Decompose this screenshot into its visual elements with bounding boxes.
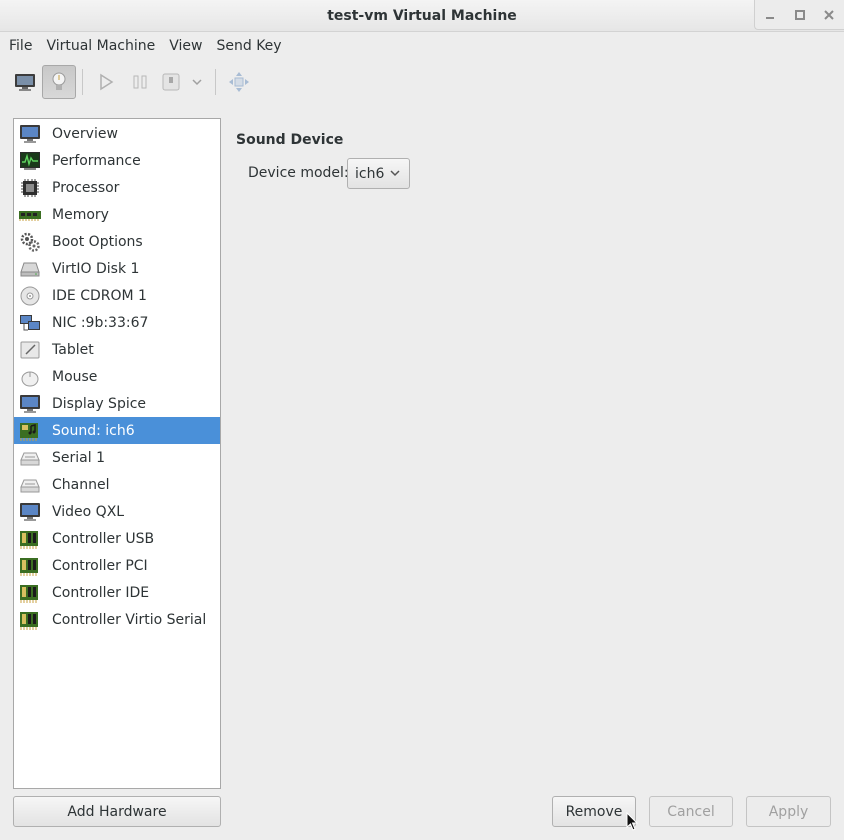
performance-monitor-icon [18, 150, 42, 172]
play-icon [100, 73, 114, 91]
hardware-list-item-label: Channel [52, 476, 110, 493]
toolbar-separator [82, 69, 83, 95]
fullscreen-button[interactable] [222, 65, 256, 99]
hardware-list-item[interactable]: Performance [14, 147, 220, 174]
hardware-list-item[interactable]: Serial 1 [14, 444, 220, 471]
menu-view[interactable]: View [164, 38, 207, 54]
maximize-icon[interactable] [785, 0, 815, 30]
controller-card-icon [18, 528, 42, 550]
lightbulb-icon [52, 72, 66, 90]
chevron-down-icon [192, 79, 202, 86]
hard-disk-icon [18, 258, 42, 280]
menu-send-key[interactable]: Send Key [211, 38, 286, 54]
tablet-icon [18, 339, 42, 361]
cancel-button[interactable]: Cancel [649, 796, 733, 827]
hardware-list-item[interactable]: Overview [14, 120, 220, 147]
hardware-list-item[interactable]: Controller Virtio Serial [14, 606, 220, 633]
controller-card-icon [18, 609, 42, 631]
hardware-list-item[interactable]: Sound: ich6 [14, 417, 220, 444]
hardware-list-item[interactable]: Controller USB [14, 525, 220, 552]
hardware-list-item[interactable]: Controller IDE [14, 579, 220, 606]
hardware-list-item[interactable]: Tablet [14, 336, 220, 363]
controller-card-icon [18, 582, 42, 604]
fullscreen-icon [229, 72, 249, 92]
device-model-label: Device model: [248, 165, 349, 181]
pause-icon [133, 75, 147, 89]
hardware-list-item[interactable]: Display Spice [14, 390, 220, 417]
hardware-list-item-label: Memory [52, 206, 109, 223]
hardware-list-item[interactable]: Processor [14, 174, 220, 201]
mouse-icon [18, 366, 42, 388]
hardware-list-item-label: Performance [52, 152, 141, 169]
menu-bar: File Virtual Machine View Send Key [0, 33, 844, 59]
apply-button[interactable]: Apply [746, 796, 831, 827]
network-icon [18, 312, 42, 334]
hardware-list-item[interactable]: VirtIO Disk 1 [14, 255, 220, 282]
hardware-list-item-label: Controller IDE [52, 584, 150, 601]
gears-icon [18, 231, 42, 253]
hardware-list-item[interactable]: Controller PCI [14, 552, 220, 579]
hardware-list-item[interactable]: NIC :9b:33:67 [14, 309, 220, 336]
serial-port-icon [18, 447, 42, 469]
shutdown-menu-button[interactable] [185, 65, 209, 99]
chevron-down-icon [390, 170, 400, 177]
hardware-list-item-label: Display Spice [52, 395, 147, 412]
cpu-chip-icon [18, 177, 42, 199]
controller-card-icon [18, 555, 42, 577]
close-icon[interactable] [814, 0, 844, 30]
details-view-button[interactable] [42, 65, 76, 99]
hardware-list-item[interactable]: IDE CDROM 1 [14, 282, 220, 309]
hardware-list-item[interactable]: Video QXL [14, 498, 220, 525]
minimize-icon[interactable] [755, 0, 785, 30]
section-title: Sound Device [236, 132, 344, 148]
monitor-icon [15, 74, 35, 91]
window-title: test-vm Virtual Machine [327, 8, 517, 24]
hardware-list-item[interactable]: Channel [14, 471, 220, 498]
toolbar [0, 62, 844, 102]
channel-icon [18, 474, 42, 496]
add-hardware-button[interactable]: Add Hardware [13, 796, 221, 827]
hardware-list-item-label: Controller PCI [52, 557, 148, 574]
run-button[interactable] [89, 65, 123, 99]
hardware-list-item-label: VirtIO Disk 1 [52, 260, 140, 277]
window-controls [754, 0, 844, 30]
device-model-select[interactable]: ich6 [347, 158, 410, 189]
menu-virtual-machine[interactable]: Virtual Machine [41, 38, 160, 54]
hardware-list-item-label: Serial 1 [52, 449, 105, 466]
hardware-list-item-label: Tablet [52, 341, 94, 358]
hardware-list-item-label: Controller Virtio Serial [52, 611, 207, 628]
device-model-value: ich6 [355, 165, 385, 182]
hardware-list-item-label: Overview [52, 125, 118, 142]
pause-button[interactable] [123, 65, 157, 99]
monitor-icon [18, 123, 42, 145]
hardware-list-item-label: Processor [52, 179, 120, 196]
memory-module-icon [18, 204, 42, 226]
shutdown-button[interactable] [157, 65, 185, 99]
hardware-list-item[interactable]: Memory [14, 201, 220, 228]
menu-file[interactable]: File [4, 38, 37, 54]
hardware-list-item[interactable]: Boot Options [14, 228, 220, 255]
console-view-button[interactable] [8, 65, 42, 99]
hardware-list-item-label: Boot Options [52, 233, 143, 250]
power-icon [162, 73, 180, 91]
hardware-list-item-label: Controller USB [52, 530, 155, 547]
mouse-cursor-icon [626, 812, 639, 831]
title-bar: test-vm Virtual Machine [0, 0, 844, 32]
video-card-icon [18, 501, 42, 523]
hardware-list-item[interactable]: Mouse [14, 363, 220, 390]
display-icon [18, 393, 42, 415]
hardware-list-item-label: IDE CDROM 1 [52, 287, 147, 304]
remove-button[interactable]: Remove [552, 796, 636, 827]
hardware-list-item-label: Mouse [52, 368, 98, 385]
sound-card-icon [18, 420, 42, 442]
toolbar-separator [215, 69, 216, 95]
hardware-list-item-label: Video QXL [52, 503, 125, 520]
cdrom-icon [18, 285, 42, 307]
hardware-list-item-label: Sound: ich6 [52, 422, 135, 439]
hardware-list: Overview Performance Processor Memory Boot O… [13, 118, 221, 789]
hardware-list-item-label: NIC :9b:33:67 [52, 314, 149, 331]
